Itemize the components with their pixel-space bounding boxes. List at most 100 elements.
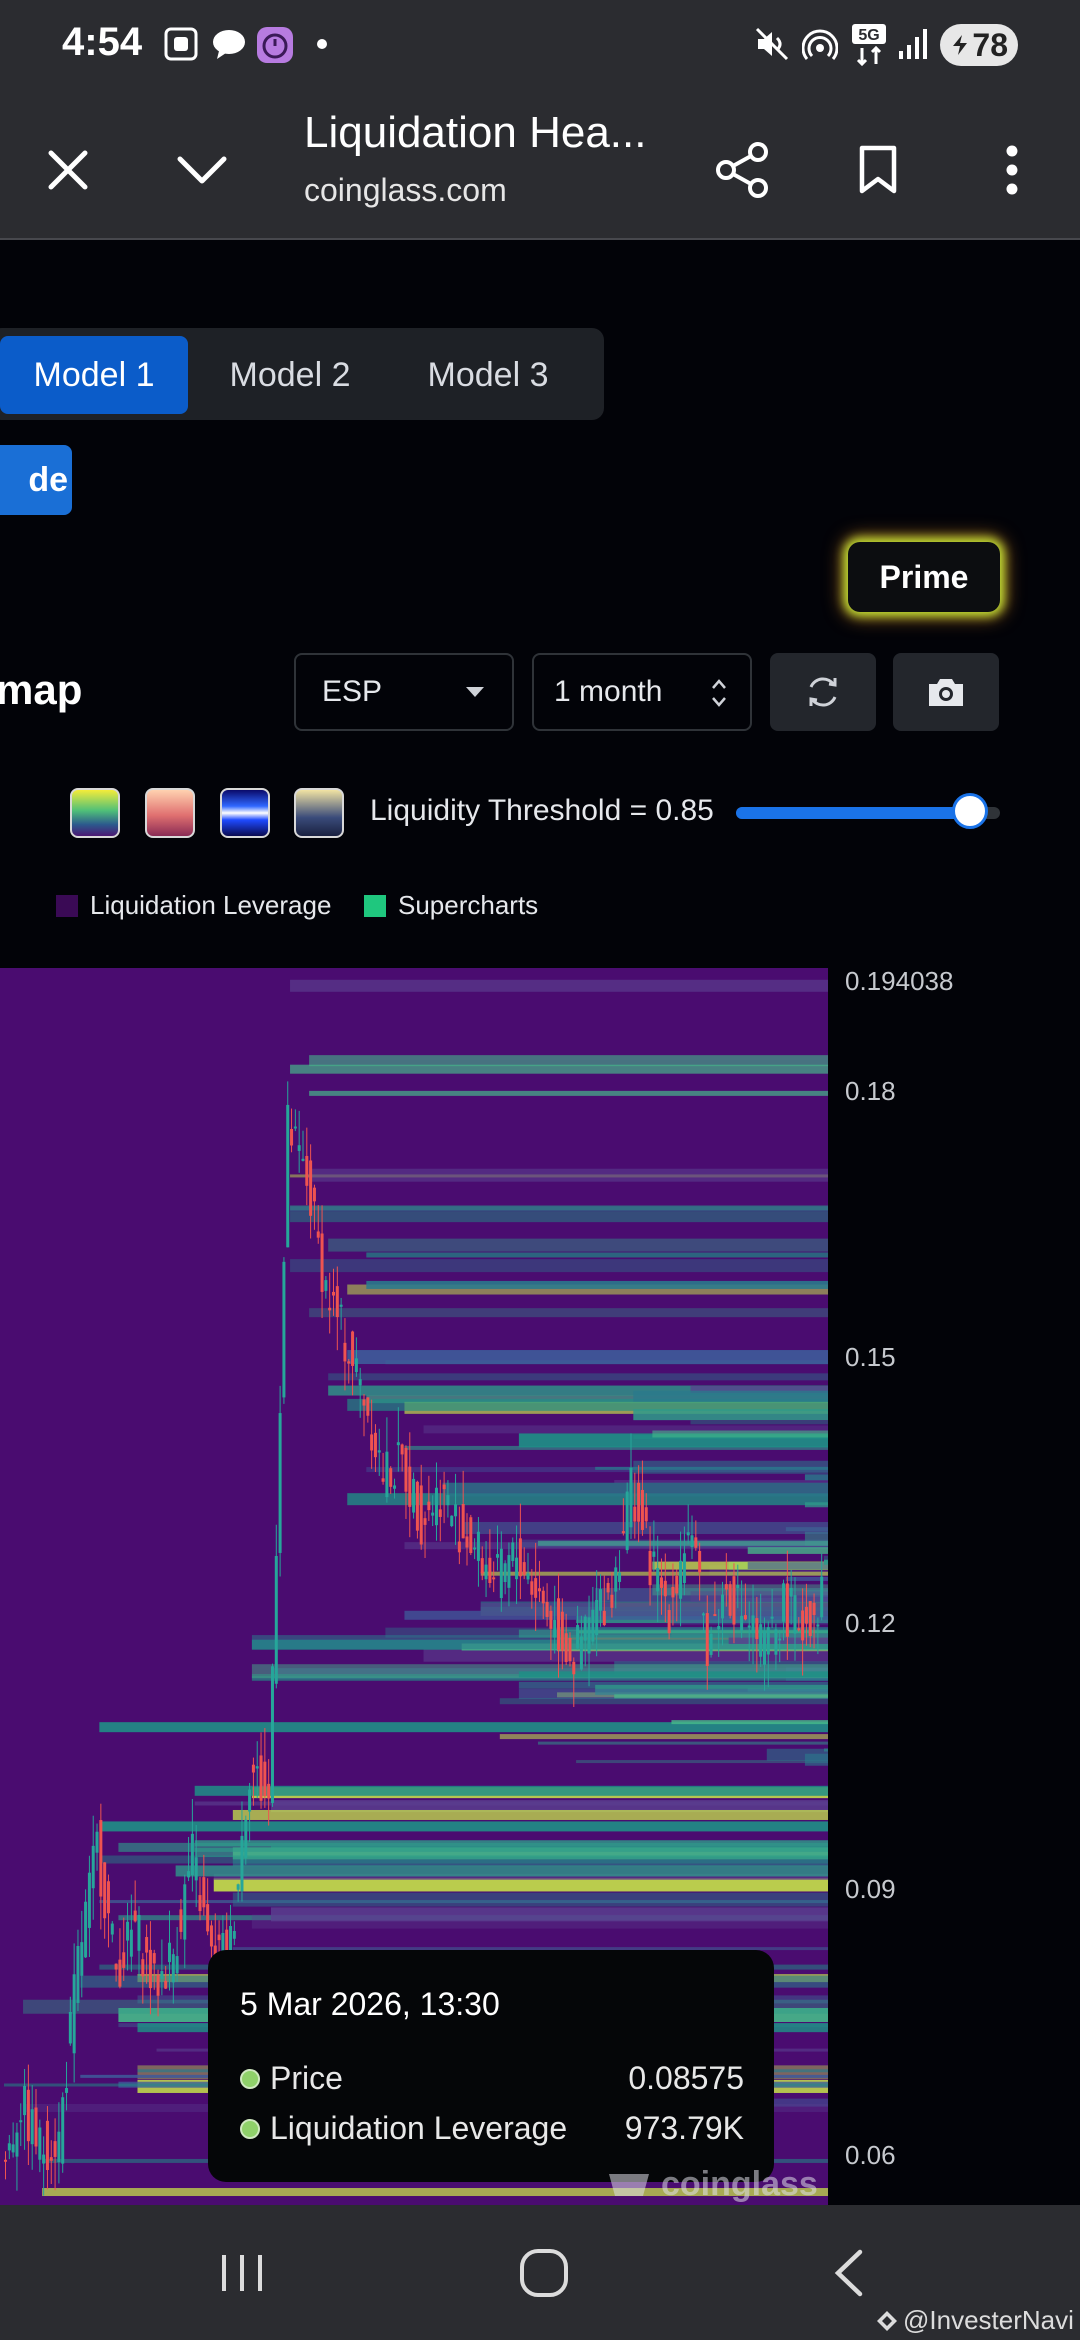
refresh-button[interactable]: [770, 653, 876, 731]
candle: [236, 1884, 240, 1890]
period-select[interactable]: 1 month: [532, 653, 752, 731]
color-scheme-pink[interactable]: [145, 788, 195, 838]
legend-supercharts[interactable]: Supercharts: [364, 890, 538, 921]
liquidity-band: [232, 1809, 828, 1820]
candle: [80, 1942, 84, 1976]
y-tick-label: 0.194038: [845, 966, 954, 996]
tooltip-dot: [240, 2068, 260, 2089]
liquidity-band: [824, 1559, 828, 1565]
liquidity-band: [690, 1420, 828, 1425]
candle: [480, 1558, 484, 1574]
candle: [591, 1609, 595, 1642]
close-tab-button[interactable]: [28, 130, 108, 210]
candle: [7, 2143, 11, 2151]
symbol-select[interactable]: ESP: [294, 653, 514, 731]
recent-apps-button[interactable]: [192, 2233, 292, 2313]
liquidity-band: [290, 1211, 828, 1223]
candle: [415, 1481, 419, 1531]
candle: [152, 1953, 156, 1964]
candle: [576, 1625, 580, 1649]
candle: [671, 1586, 675, 1598]
candle: [637, 1482, 641, 1522]
recent-apps-icon: [222, 2255, 262, 2291]
color-scheme-gold[interactable]: [294, 788, 344, 838]
page-url[interactable]: coinglass.com: [304, 172, 507, 209]
candle: [148, 1949, 152, 1989]
candle: [476, 1531, 480, 1561]
more-options-button[interactable]: [972, 130, 1052, 210]
bookmark-icon: [859, 145, 897, 194]
color-scheme-blue[interactable]: [220, 788, 270, 838]
candle: [335, 1286, 339, 1318]
heatmap-title: map: [0, 666, 83, 713]
liquidity-band: [766, 1748, 828, 1761]
legend-swatch: [56, 894, 78, 917]
tab-model-1[interactable]: Model 1: [0, 336, 188, 414]
timer-app-icon: [254, 22, 296, 66]
candle: [507, 1555, 511, 1588]
share-button[interactable]: [702, 130, 782, 210]
slider-fill: [736, 807, 970, 819]
candle: [293, 1126, 297, 1129]
home-button[interactable]: [494, 2233, 594, 2313]
candle: [648, 1550, 652, 1586]
candle: [122, 1952, 126, 1968]
liquidity-band: [537, 1741, 828, 1745]
candle: [522, 1562, 526, 1575]
color-scheme-viridis[interactable]: [70, 788, 120, 838]
candle: [72, 1974, 76, 2054]
candle: [549, 1610, 553, 1629]
candle: [26, 2089, 30, 2142]
candle: [373, 1432, 377, 1458]
candle: [145, 1937, 149, 1953]
candle: [297, 1145, 301, 1151]
candle: [675, 1575, 679, 1594]
candle: [560, 1611, 564, 1651]
back-button[interactable]: [798, 2233, 898, 2313]
candle: [206, 1904, 210, 1932]
candle: [263, 1761, 267, 1797]
refresh-icon: [809, 677, 837, 707]
prime-button[interactable]: Prime: [848, 542, 1000, 612]
tab-model-3[interactable]: Model 3: [394, 336, 582, 414]
liquidity-band: [499, 1734, 828, 1740]
coinglass-watermark: coinglass: [607, 2165, 818, 2204]
tab-model-2[interactable]: Model 2: [196, 336, 384, 414]
candle: [396, 1442, 400, 1446]
minimize-button[interactable]: [162, 130, 242, 210]
liquidity-band: [480, 1603, 828, 1617]
threshold-slider[interactable]: [736, 793, 1000, 829]
candle: [568, 1637, 572, 1662]
caret-down-icon: [466, 687, 484, 697]
bookmark-button[interactable]: [838, 130, 918, 210]
candle: [358, 1379, 362, 1386]
liquidity-band: [309, 1090, 828, 1096]
candle: [267, 1783, 271, 1799]
candle: [179, 1909, 183, 1932]
candle: [87, 1872, 91, 1928]
status-bar: 4:54 5G 78: [0, 0, 1080, 90]
candle: [640, 1489, 644, 1530]
candle: [682, 1553, 686, 1584]
model-tabs: Model 1 Model 2 Model 3: [0, 328, 604, 420]
trade-button[interactable]: de: [0, 445, 72, 515]
legend-liquidation-leverage[interactable]: Liquidation Leverage: [56, 890, 331, 921]
candle: [99, 1820, 103, 1897]
screenshot-button[interactable]: [893, 653, 999, 731]
candle: [412, 1478, 416, 1513]
candle: [762, 1630, 766, 1665]
candle: [110, 1923, 114, 1935]
liquidity-band: [518, 1671, 828, 1678]
candle: [34, 2107, 38, 2147]
candle: [244, 1819, 248, 1858]
candle: [785, 1583, 789, 1637]
candle: [530, 1581, 534, 1595]
liquidity-band: [633, 1390, 828, 1402]
candle: [377, 1450, 381, 1453]
slider-thumb[interactable]: [951, 793, 988, 829]
candle: [45, 2120, 49, 2171]
candle: [61, 2097, 65, 2164]
candle: [618, 1572, 622, 1582]
candle: [343, 1342, 347, 1362]
candle: [690, 1535, 694, 1547]
